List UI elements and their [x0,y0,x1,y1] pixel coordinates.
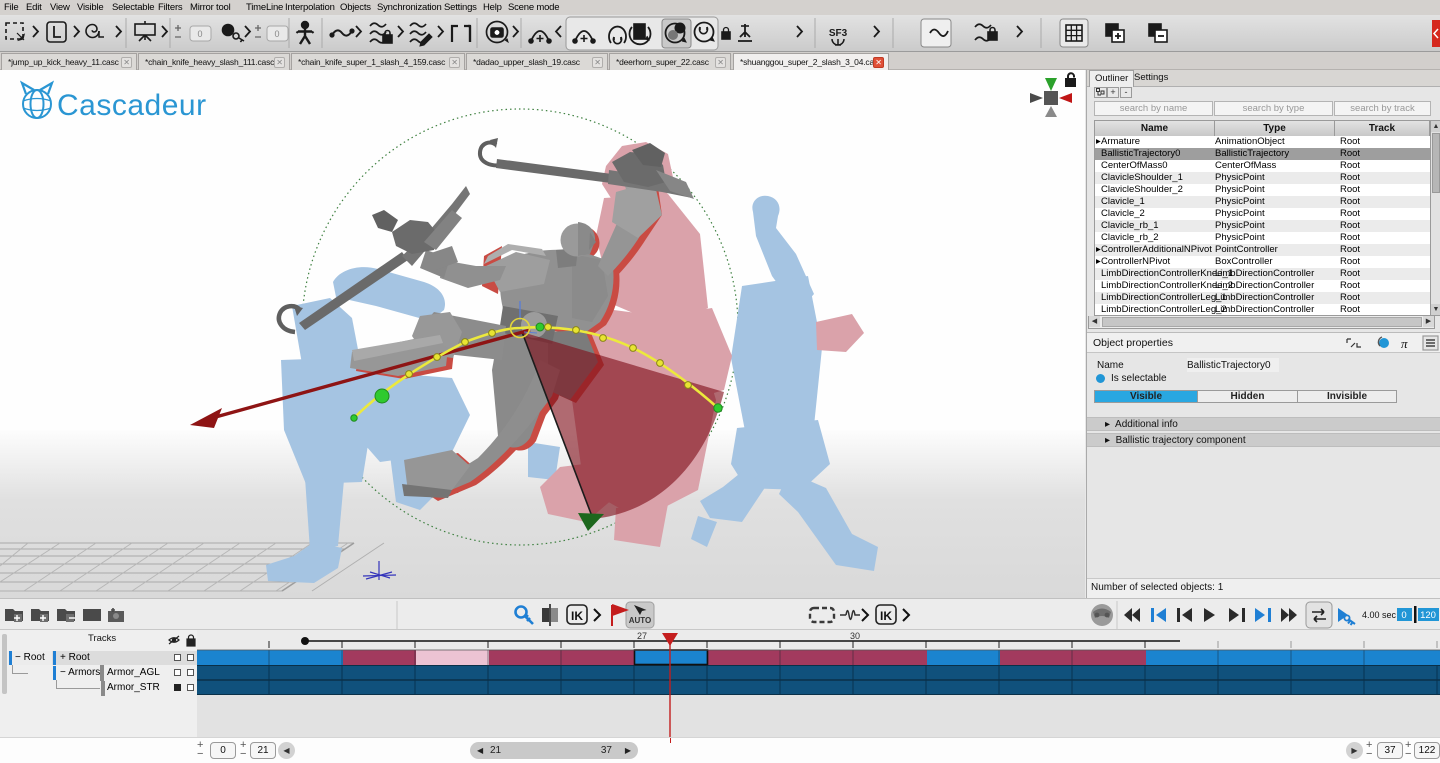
svg-text:27: 27 [637,631,647,641]
svg-text:π: π [1401,336,1408,351]
svg-text:120: 120 [1420,610,1436,621]
svg-text:Cascadeur: Cascadeur [57,89,207,122]
svg-text:4.00 sec: 4.00 sec [1362,610,1397,620]
svg-text:0: 0 [197,29,202,39]
svg-text:SF3: SF3 [829,28,848,39]
svg-text:IK: IK [880,609,892,623]
svg-text:30: 30 [850,631,860,641]
svg-text:0: 0 [274,29,279,39]
svg-text:0: 0 [1401,610,1406,621]
svg-text:AUTO: AUTO [629,616,652,625]
svg-text:IK: IK [571,609,583,623]
